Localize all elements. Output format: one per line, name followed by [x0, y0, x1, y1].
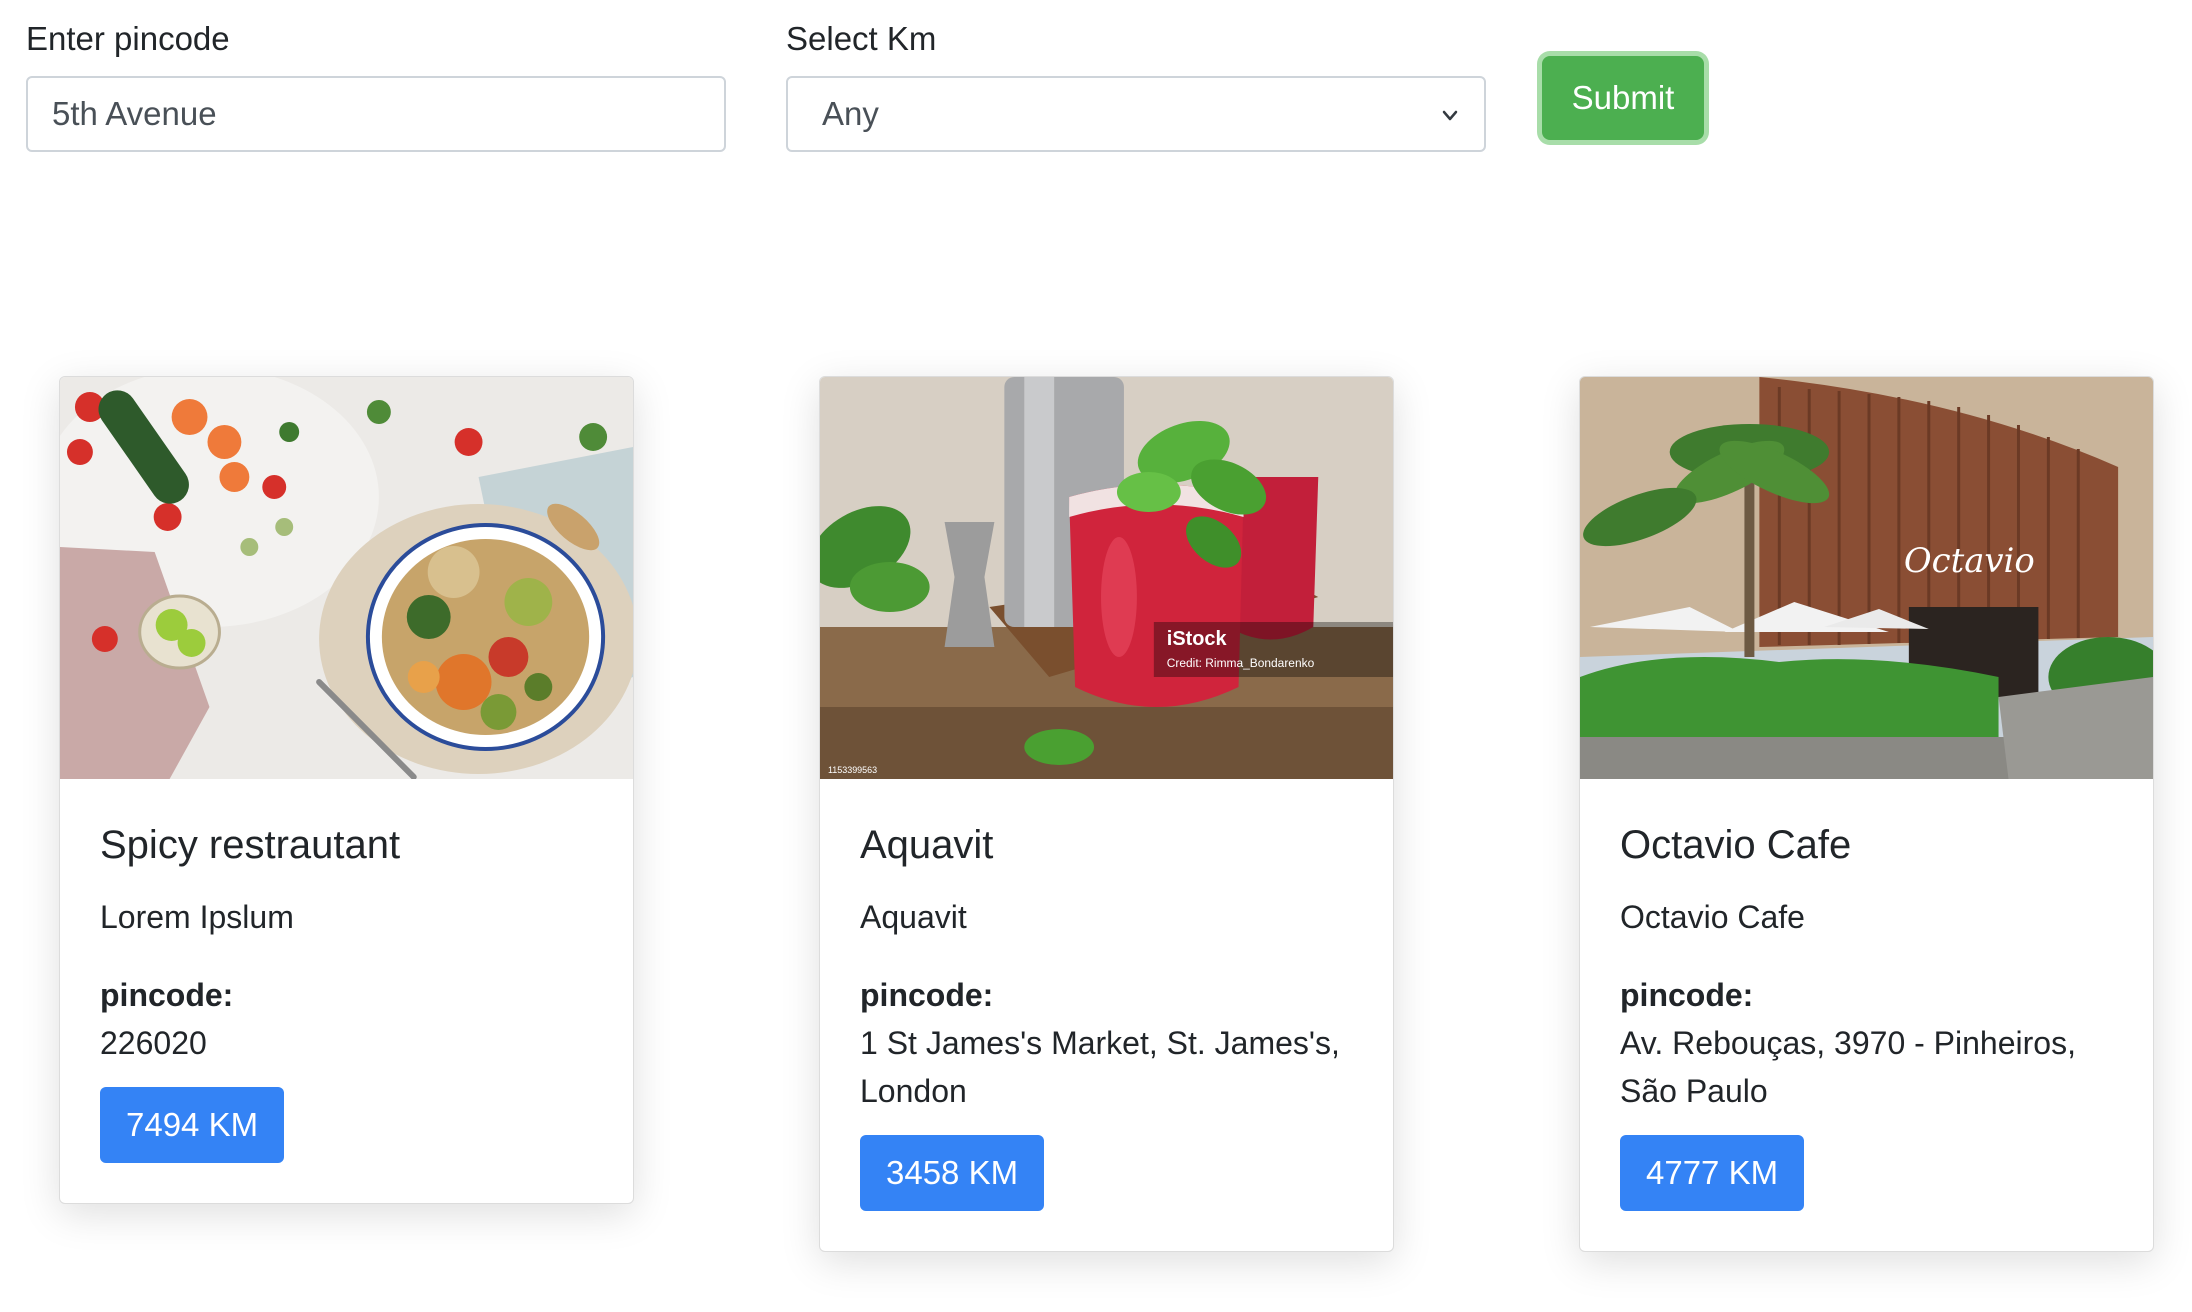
pincode-field-label: pincode:	[100, 976, 234, 1013]
km-label: Select Km	[786, 20, 937, 57]
istock-watermark: iStock	[1167, 628, 1228, 650]
cafe-building-photo: Octavio	[1580, 377, 2153, 779]
pincode-label: Enter pincode	[26, 20, 230, 57]
image-credit: Credit: Rimma_Bondarenko	[1167, 656, 1315, 670]
submit-button[interactable]: Submit	[1542, 56, 1704, 140]
pincode-field-label: pincode:	[1620, 976, 1754, 1013]
pincode-value: 1 St James's Market, St. James's, London	[860, 1024, 1340, 1109]
restaurant-name: Octavio Cafe	[1620, 823, 1852, 867]
restaurant-name: Spicy restrautant	[100, 823, 401, 867]
km-select[interactable]: Any	[786, 76, 1486, 152]
food-bowl-photo	[60, 377, 633, 779]
distance-button[interactable]: 3458 KM	[860, 1134, 1045, 1211]
distance-button[interactable]: 4777 KM	[1620, 1134, 1805, 1211]
restaurant-description: Aquavit	[860, 899, 967, 935]
pincode-value: 226020	[100, 1024, 207, 1061]
km-select-value: Any	[822, 95, 879, 132]
restaurant-description: Octavio Cafe	[1620, 899, 1805, 935]
distance-button[interactable]: 7494 KM	[100, 1086, 285, 1163]
restaurant-description: Lorem Ipslum	[100, 899, 294, 935]
pincode-field-label: pincode:	[860, 976, 994, 1013]
chevron-down-icon	[1442, 110, 1458, 121]
image-id: 1153399563	[828, 765, 877, 775]
pincode-input[interactable]	[26, 76, 726, 152]
pincode-value: Av. Rebouças, 3970 - Pinheiros, São Paul…	[1620, 1024, 2076, 1109]
restaurant-name: Aquavit	[860, 823, 994, 867]
restaurant-card: iStock Credit: Rimma_Bondarenko 11533995…	[819, 376, 1394, 1252]
restaurant-card: Octavio Octavio Cafe Octavio Cafe pincod…	[1579, 376, 2154, 1252]
cafe-sign: Octavio	[1904, 541, 2035, 581]
restaurant-card: Spicy restrautant Lorem Ipslum pincode: …	[59, 376, 634, 1204]
red-drink-photo: iStock Credit: Rimma_Bondarenko 11533995…	[820, 377, 1393, 779]
